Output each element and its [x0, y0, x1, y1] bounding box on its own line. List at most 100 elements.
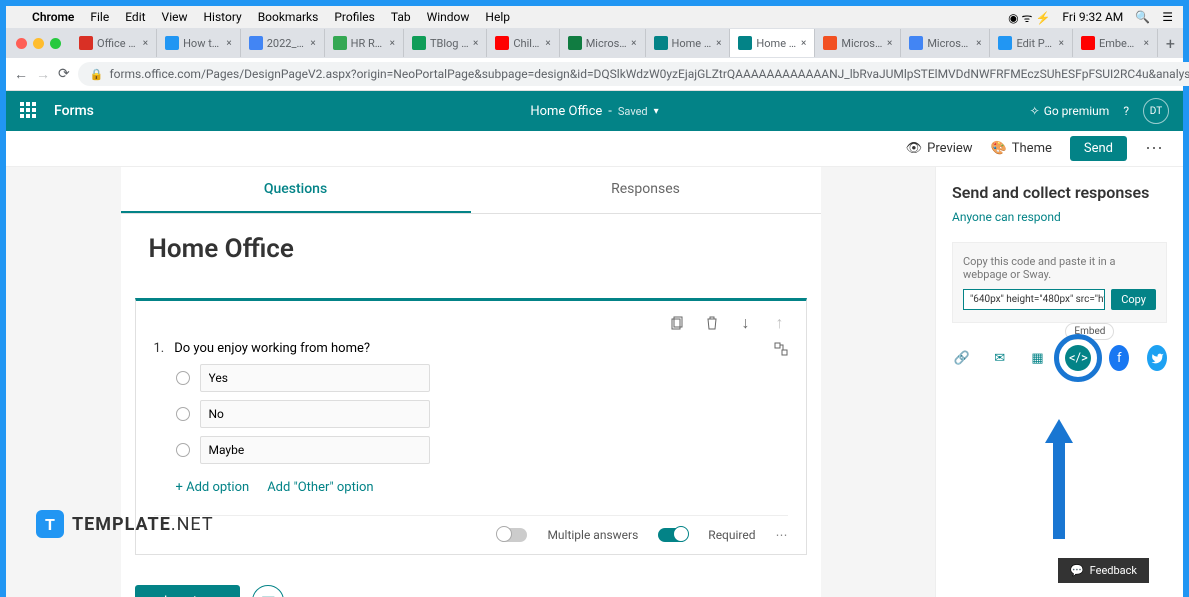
- copy-question-icon[interactable]: [670, 315, 686, 331]
- add-section-button[interactable]: ◫: [252, 585, 284, 597]
- document-title[interactable]: Home Office: [530, 104, 602, 119]
- close-tab-icon[interactable]: ×: [390, 38, 395, 49]
- answer-option: [176, 400, 788, 428]
- close-tab-icon[interactable]: ×: [801, 38, 806, 49]
- share-qr-icon[interactable]: ▦: [1028, 345, 1048, 371]
- required-label: Required: [708, 528, 755, 542]
- help-icon[interactable]: ?: [1123, 104, 1129, 118]
- embed-hint: Copy this code and paste it in a webpage…: [963, 255, 1156, 281]
- back-button[interactable]: ←: [14, 63, 28, 85]
- share-embed-icon[interactable]: </>: [1065, 345, 1091, 371]
- share-facebook-icon[interactable]: f: [1109, 345, 1129, 371]
- radio-icon[interactable]: [176, 371, 190, 385]
- menu-tab[interactable]: Tab: [391, 10, 411, 24]
- browser-tab[interactable]: HR Recrui×: [325, 29, 404, 57]
- share-email-icon[interactable]: ✉: [990, 345, 1010, 371]
- browser-tab[interactable]: 2022_HR R×: [241, 29, 325, 57]
- menu-history[interactable]: History: [204, 10, 242, 24]
- multiple-answers-toggle[interactable]: [497, 528, 527, 542]
- close-tab-icon[interactable]: ×: [1059, 38, 1064, 49]
- browser-tab[interactable]: How to Em×: [157, 29, 241, 57]
- close-tab-icon[interactable]: ×: [473, 38, 478, 49]
- send-button[interactable]: Send: [1070, 136, 1127, 161]
- radio-icon[interactable]: [176, 443, 190, 457]
- browser-tab[interactable]: Microsoft F×: [560, 29, 646, 57]
- browser-tab[interactable]: Home Offic×: [646, 29, 731, 57]
- spotlight-icon[interactable]: 🔍: [1135, 10, 1150, 24]
- option-input[interactable]: [200, 364, 430, 392]
- share-link-icon[interactable]: 🔗: [952, 345, 972, 371]
- send-panel-title: Send and collect responses: [952, 183, 1167, 202]
- close-tab-icon[interactable]: ×: [226, 38, 231, 49]
- copy-button[interactable]: Copy: [1111, 289, 1156, 310]
- close-tab-icon[interactable]: ×: [887, 38, 892, 49]
- go-premium-button[interactable]: ✧ Go premium: [1030, 104, 1110, 118]
- question-more-icon[interactable]: ⋯: [776, 528, 788, 542]
- embed-code-input[interactable]: "640px" height="480px" src="https://fo: [963, 289, 1105, 310]
- question-1-block: ↓ ↑ 1. Do you enjoy working from home? +…: [135, 298, 807, 555]
- option-input[interactable]: [200, 436, 430, 464]
- question-text[interactable]: Do you enjoy working from home?: [174, 341, 763, 356]
- control-center-icon[interactable]: ☰: [1162, 10, 1173, 24]
- permission-link[interactable]: Anyone can respond: [952, 210, 1167, 224]
- browser-tab[interactable]: Office Work×: [71, 29, 157, 57]
- question-branching-icon[interactable]: [774, 342, 788, 356]
- new-tab-button[interactable]: +: [1158, 34, 1183, 53]
- window-controls[interactable]: [6, 32, 71, 55]
- browser-tab[interactable]: TBlog New×: [404, 29, 487, 57]
- close-tab-icon[interactable]: ×: [143, 38, 148, 49]
- browser-tab[interactable]: Edit Post <×: [990, 29, 1073, 57]
- forms-brand[interactable]: Forms: [54, 103, 94, 119]
- move-down-icon[interactable]: ↓: [738, 315, 754, 331]
- browser-tab[interactable]: Chillhop×: [487, 29, 559, 57]
- required-toggle[interactable]: [658, 528, 688, 542]
- menu-view[interactable]: View: [162, 10, 188, 24]
- address-bar[interactable]: 🔒 forms.office.com/Pages/DesignPageV2.as…: [78, 62, 1189, 86]
- forward-button[interactable]: →: [36, 63, 50, 85]
- insert-new-button[interactable]: + Insert new: [135, 585, 241, 597]
- close-tab-icon[interactable]: ×: [716, 38, 721, 49]
- chevron-down-icon[interactable]: ▾: [654, 106, 659, 117]
- question-number: 1.: [154, 341, 165, 356]
- close-window-icon[interactable]: [16, 38, 27, 49]
- menu-window[interactable]: Window: [427, 10, 470, 24]
- tab-questions[interactable]: Questions: [121, 167, 471, 213]
- menu-profiles[interactable]: Profiles: [334, 10, 375, 24]
- add-option-button[interactable]: + Add option: [176, 480, 250, 495]
- share-twitter-icon[interactable]: [1147, 345, 1167, 371]
- app-launcher-icon[interactable]: [20, 102, 38, 120]
- menu-edit[interactable]: Edit: [125, 10, 145, 24]
- user-avatar[interactable]: DT: [1143, 98, 1169, 124]
- menu-chrome[interactable]: Chrome: [32, 10, 74, 24]
- move-up-icon[interactable]: ↑: [772, 315, 788, 331]
- maximize-window-icon[interactable]: [50, 38, 61, 49]
- preview-button[interactable]: 👁 Preview: [906, 141, 973, 156]
- option-input[interactable]: [200, 400, 430, 428]
- close-tab-icon[interactable]: ×: [976, 38, 981, 49]
- close-tab-icon[interactable]: ×: [1144, 38, 1149, 49]
- favicon-icon: [79, 36, 93, 50]
- more-menu-icon[interactable]: ⋯: [1145, 138, 1163, 159]
- close-tab-icon[interactable]: ×: [310, 38, 315, 49]
- browser-tab[interactable]: Microsoft o×: [815, 29, 901, 57]
- close-tab-icon[interactable]: ×: [631, 38, 636, 49]
- favicon-icon: [823, 36, 837, 50]
- theme-button[interactable]: 🎨 Theme: [991, 141, 1052, 156]
- menu-bookmarks[interactable]: Bookmarks: [258, 10, 319, 24]
- tab-responses[interactable]: Responses: [471, 167, 821, 213]
- delete-question-icon[interactable]: [704, 315, 720, 331]
- multiple-answers-label: Multiple answers: [547, 528, 638, 542]
- browser-tab[interactable]: Home Offic×: [730, 29, 815, 57]
- browser-tab[interactable]: Microsoft fo×: [901, 29, 990, 57]
- form-title[interactable]: Home Office: [121, 214, 821, 290]
- browser-tab[interactable]: Embed a M×: [1073, 29, 1158, 57]
- menu-help[interactable]: Help: [485, 10, 510, 24]
- close-tab-icon[interactable]: ×: [545, 38, 550, 49]
- menu-file[interactable]: File: [90, 10, 109, 24]
- reload-button[interactable]: ⟳: [58, 63, 70, 85]
- minimize-window-icon[interactable]: [33, 38, 44, 49]
- radio-icon[interactable]: [176, 407, 190, 421]
- add-other-button[interactable]: Add "Other" option: [267, 480, 373, 495]
- clock: Fri 9:32 AM: [1062, 10, 1123, 24]
- feedback-button[interactable]: 💬 Feedback: [1058, 558, 1149, 583]
